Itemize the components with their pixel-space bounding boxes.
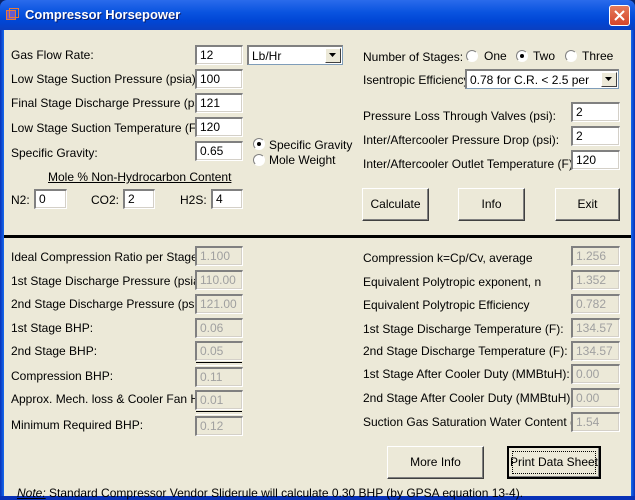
non-hydrocarbon-heading: Mole % Non-Hydrocarbon Content <box>48 170 232 184</box>
result-label: 1st Stage BHP: <box>11 321 94 335</box>
h2s-input[interactable]: 4 <box>211 189 243 209</box>
number-of-stages-label: Number of Stages: <box>363 50 464 64</box>
pressure-loss-valves-label: Pressure Loss Through Valves (psi): <box>363 109 556 123</box>
chevron-down-icon[interactable] <box>601 72 617 87</box>
result-label: Minimum Required BHP: <box>11 418 144 432</box>
co2-input[interactable]: 2 <box>123 189 155 209</box>
print-data-sheet-button[interactable]: Print Data Sheet <box>507 446 601 479</box>
result-2nd-discharge-pressure: 121.00 <box>195 294 243 314</box>
result-compression-ratio: 1.100 <box>195 246 243 266</box>
window-title: Compressor Horsepower <box>25 7 181 22</box>
result-label: Equivalent Polytropic Efficiency <box>363 298 530 312</box>
intercooler-outlet-temp-input[interactable]: 120 <box>571 150 620 170</box>
result-polytropic-exponent: 1.352 <box>571 270 620 290</box>
n2-label: N2: <box>11 193 30 207</box>
title-bar[interactable]: Compressor Horsepower <box>0 0 635 30</box>
result-label: Compression k=Cp/Cv, average <box>363 251 533 265</box>
result-2nd-cooler-duty: 0.00 <box>571 388 620 408</box>
close-button[interactable] <box>609 5 630 26</box>
app-cube-icon <box>6 8 19 20</box>
result-water-content: 1.54 <box>571 412 620 432</box>
close-x-icon <box>614 10 625 21</box>
low-stage-suction-pressure-label: Low Stage Suction Pressure (psia): <box>11 72 200 86</box>
result-1st-stage-bhp: 0.06 <box>195 318 243 338</box>
note-text: Standard Compressor Vendor Sliderule wil… <box>45 486 524 500</box>
radio-mole-weight[interactable] <box>253 154 265 166</box>
radio-stages-two[interactable] <box>516 50 528 62</box>
radio-mole-weight-label[interactable]: Mole Weight <box>269 153 335 167</box>
final-stage-discharge-pressure-input[interactable]: 121 <box>195 93 243 113</box>
info-button[interactable]: Info <box>458 188 525 221</box>
intercooler-pressure-drop-label: Inter/Aftercooler Pressure Drop (psi): <box>363 133 560 147</box>
radio-stages-two-label[interactable]: Two <box>533 49 555 63</box>
result-2nd-stage-bhp: 0.05 <box>195 341 243 361</box>
low-stage-suction-temperature-label: Low Stage Suction Temperature (F): <box>11 121 204 135</box>
result-minimum-bhp: 0.12 <box>195 416 243 436</box>
radio-specific-gravity[interactable] <box>253 138 265 150</box>
radio-stages-three-label[interactable]: Three <box>582 49 613 63</box>
result-label: 1st Stage Discharge Pressure (psia): <box>11 274 208 288</box>
sum-separator-line <box>196 362 242 366</box>
low-stage-suction-pressure-input[interactable]: 100 <box>195 69 243 89</box>
isentropic-efficiency-label: Isentropic Efficiency: <box>363 73 473 87</box>
intercooler-pressure-drop-input[interactable]: 2 <box>571 126 620 146</box>
result-label: 2nd Stage Discharge Temperature (F): <box>363 344 568 358</box>
result-label: 2nd Stage BHP: <box>11 344 98 358</box>
result-1st-cooler-duty: 0.00 <box>571 364 620 384</box>
result-label: Ideal Compression Ratio per Stage: <box>11 250 202 264</box>
result-label: 1st Stage Discharge Temperature (F): <box>363 322 564 336</box>
radio-specific-gravity-label[interactable]: Specific Gravity <box>269 138 352 152</box>
result-k-ratio: 1.256 <box>571 246 620 266</box>
radio-stages-one-label[interactable]: One <box>484 49 507 63</box>
isentropic-efficiency-value: 0.78 for C.R. < 2.5 per stag <box>470 73 590 87</box>
result-2nd-discharge-temp: 134.57 <box>571 341 620 361</box>
result-polytropic-efficiency: 0.782 <box>571 294 620 314</box>
result-label: Approx. Mech. loss & Cooler Fan HP: <box>11 392 211 406</box>
more-info-button[interactable]: More Info <box>387 446 484 479</box>
gas-flow-rate-input[interactable]: 12 <box>195 45 243 65</box>
n2-input[interactable]: 0 <box>34 189 67 209</box>
result-1st-discharge-pressure: 110.00 <box>195 270 243 290</box>
result-mech-loss-hp: 0.01 <box>195 390 243 410</box>
compressor-window: Compressor Horsepower Gas Flow Rate: 12 … <box>0 0 635 500</box>
exit-button[interactable]: Exit <box>555 188 620 221</box>
specific-gravity-label: Specific Gravity: <box>11 146 98 160</box>
result-label: 2nd Stage After Cooler Duty (MMBtuH): <box>363 391 574 405</box>
sum-separator-line <box>196 411 242 415</box>
note-prefix: Note: <box>17 486 46 500</box>
calculate-button[interactable]: Calculate <box>362 188 429 221</box>
footer-note: Note: Standard Compressor Vendor Slideru… <box>17 486 523 500</box>
radio-stages-one[interactable] <box>466 50 478 62</box>
co2-label: CO2: <box>91 193 120 207</box>
result-label: Compression BHP: <box>11 369 114 383</box>
section-divider <box>4 235 631 238</box>
radio-stages-three[interactable] <box>565 50 577 62</box>
result-1st-discharge-temp: 134.57 <box>571 318 620 338</box>
pressure-loss-valves-input[interactable]: 2 <box>571 102 620 122</box>
result-label: Equivalent Polytropic exponent, n <box>363 275 542 289</box>
gas-flow-rate-label: Gas Flow Rate: <box>11 48 94 62</box>
isentropic-efficiency-select[interactable]: 0.78 for C.R. < 2.5 per stag <box>465 69 619 89</box>
flow-unit-select[interactable]: Lb/Hr <box>247 45 343 65</box>
result-label: 2nd Stage Discharge Pressure (psia): <box>11 297 212 311</box>
result-label: Suction Gas Saturation Water Content (%)… <box>363 415 592 429</box>
h2s-label: H2S: <box>180 193 207 207</box>
result-compression-bhp: 0.11 <box>195 367 243 387</box>
final-stage-discharge-pressure-label: Final Stage Discharge Pressure (psia): <box>11 96 218 110</box>
specific-gravity-input[interactable]: 0.65 <box>195 141 243 161</box>
low-stage-suction-temperature-input[interactable]: 120 <box>195 117 243 137</box>
flow-unit-value: Lb/Hr <box>252 49 282 63</box>
chevron-down-icon[interactable] <box>325 48 341 63</box>
intercooler-outlet-temp-label: Inter/Aftercooler Outlet Temperature (F)… <box>363 157 577 171</box>
result-label: 1st Stage After Cooler Duty (MMBtuH): <box>363 367 570 381</box>
